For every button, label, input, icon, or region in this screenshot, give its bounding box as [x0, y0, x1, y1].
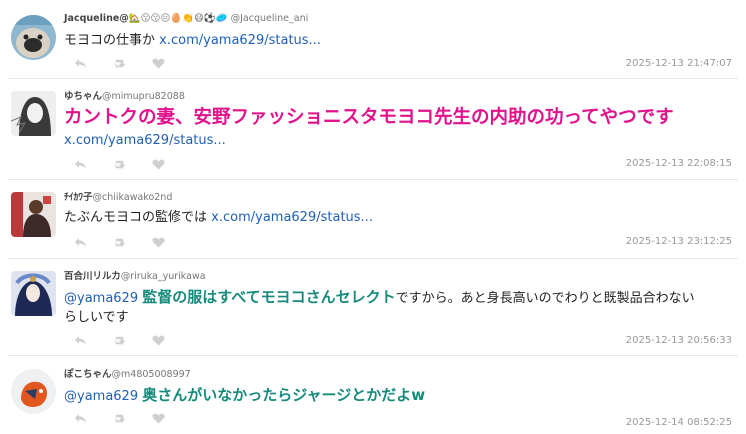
avatar[interactable]: [11, 271, 56, 316]
like-icon[interactable]: [152, 159, 165, 170]
handle[interactable]: @mimupru82088: [102, 91, 185, 102]
tweet-body: たぶんモヨコの監修では x.com/yama629/status...: [64, 208, 732, 227]
tweet-header: ぽこちゃん@m4805008997: [64, 366, 191, 380]
reply-icon[interactable]: [74, 237, 87, 248]
tweet-body: モヨコの仕事か x.com/yama629/status...: [64, 31, 732, 50]
avatar[interactable]: [11, 15, 56, 60]
tweet-actions: [74, 236, 165, 248]
timestamp[interactable]: 2025-12-13 20:56:33: [626, 335, 732, 346]
tweet-item: ゆちゃん@mimupru82088 カントクの妻、安野ファッショニスタモヨコ先生…: [0, 79, 746, 179]
display-name[interactable]: ゆちゃん: [64, 91, 102, 102]
name-emojis: 🏡😗😗😐🥚👏😷⚽🥏: [128, 13, 228, 24]
status-link[interactable]: x.com/yama629/status...: [159, 33, 321, 48]
like-icon[interactable]: [152, 237, 165, 248]
retweet-icon[interactable]: [113, 58, 126, 69]
tweet-item: 百合川リルカ@riruka_yurikawa @yama629 監督の服はすべて…: [0, 259, 746, 355]
tweet-header: Jacqueline@🏡😗😗😐🥚👏😷⚽🥏 @Jacqueline_ani: [64, 13, 308, 24]
tweet-text: モヨコの仕事か: [64, 33, 156, 48]
reply-icon[interactable]: [74, 413, 87, 424]
retweet-icon[interactable]: [113, 335, 126, 346]
tweet-item: ぽこちゃん@m4805008997 @yama629 奥さんがいなかったらジャー…: [0, 356, 746, 434]
avatar[interactable]: [11, 192, 56, 237]
retweet-icon[interactable]: [113, 413, 126, 424]
display-name[interactable]: ﾁｲｶﾜ子: [64, 192, 93, 203]
mention-link[interactable]: @yama629: [64, 389, 138, 404]
avatar[interactable]: [11, 369, 56, 414]
tweet-text-cont: らしいです: [64, 310, 129, 325]
retweet-icon[interactable]: [113, 159, 126, 170]
tweet-actions: [74, 158, 165, 170]
avatar[interactable]: [11, 91, 56, 136]
timestamp[interactable]: 2025-12-14 08:52:25: [626, 417, 732, 428]
tweet-text: たぶんモヨコの監修では: [64, 210, 208, 225]
tweet-text: カントクの妻、安野ファッショニスタモヨコ先生の内助の功ってやつです: [64, 107, 674, 128]
tweet-text: ですから。あと身長高いのでわりと既製品合わない: [395, 291, 695, 306]
tweet-body: @yama629 奥さんがいなかったらジャージとかだよw: [64, 386, 732, 406]
reply-icon[interactable]: [74, 335, 87, 346]
tweet-highlight: 監督の服はすべてモヨコさんセレクト: [142, 288, 396, 306]
tweet-actions: [74, 412, 165, 424]
reply-icon[interactable]: [74, 159, 87, 170]
retweet-icon[interactable]: [113, 237, 126, 248]
handle[interactable]: @Jacqueline_ani: [231, 13, 309, 24]
display-name[interactable]: Jacqueline@: [64, 13, 129, 24]
tweet-actions: [74, 57, 165, 69]
status-link[interactable]: x.com/yama629/status...: [64, 133, 226, 148]
timestamp[interactable]: 2025-12-13 21:47:07: [626, 58, 732, 69]
reply-icon[interactable]: [74, 58, 87, 69]
tweet-body: カントクの妻、安野ファッショニスタモヨコ先生の内助の功ってやつです x.com/…: [64, 105, 732, 150]
timestamp[interactable]: 2025-12-13 22:08:15: [626, 158, 732, 169]
tweet-item: ﾁｲｶﾜ子@chiikawako2nd たぶんモヨコの監修では x.com/ya…: [0, 180, 746, 258]
like-icon[interactable]: [152, 58, 165, 69]
handle[interactable]: @riruka_yurikawa: [121, 271, 206, 282]
tweet-body: @yama629 監督の服はすべてモヨコさんセレクトですから。あと身長高いのでわ…: [64, 288, 732, 327]
display-name[interactable]: 百合川リルカ: [64, 271, 121, 282]
mention-link[interactable]: @yama629: [64, 291, 138, 306]
tweet-header: ゆちゃん@mimupru82088: [64, 88, 185, 102]
handle[interactable]: @m4805008997: [112, 369, 191, 380]
timestamp[interactable]: 2025-12-13 23:12:25: [626, 236, 732, 247]
tweet-item: Jacqueline@🏡😗😗😐🥚👏😷⚽🥏 @Jacqueline_ani モヨコ…: [0, 0, 746, 78]
like-icon[interactable]: [152, 413, 165, 424]
tweet-highlight: 奥さんがいなかったらジャージとかだよw: [142, 386, 426, 404]
tweet-actions: [74, 334, 165, 346]
tweet-header: 百合川リルカ@riruka_yurikawa: [64, 268, 206, 282]
tweet-feed: Jacqueline@🏡😗😗😐🥚👏😷⚽🥏 @Jacqueline_ani モヨコ…: [0, 0, 746, 434]
status-link[interactable]: x.com/yama629/status...: [211, 210, 373, 225]
like-icon[interactable]: [152, 335, 165, 346]
display-name[interactable]: ぽこちゃん: [64, 369, 112, 380]
tweet-header: ﾁｲｶﾜ子@chiikawako2nd: [64, 189, 172, 203]
handle[interactable]: @chiikawako2nd: [93, 192, 173, 203]
